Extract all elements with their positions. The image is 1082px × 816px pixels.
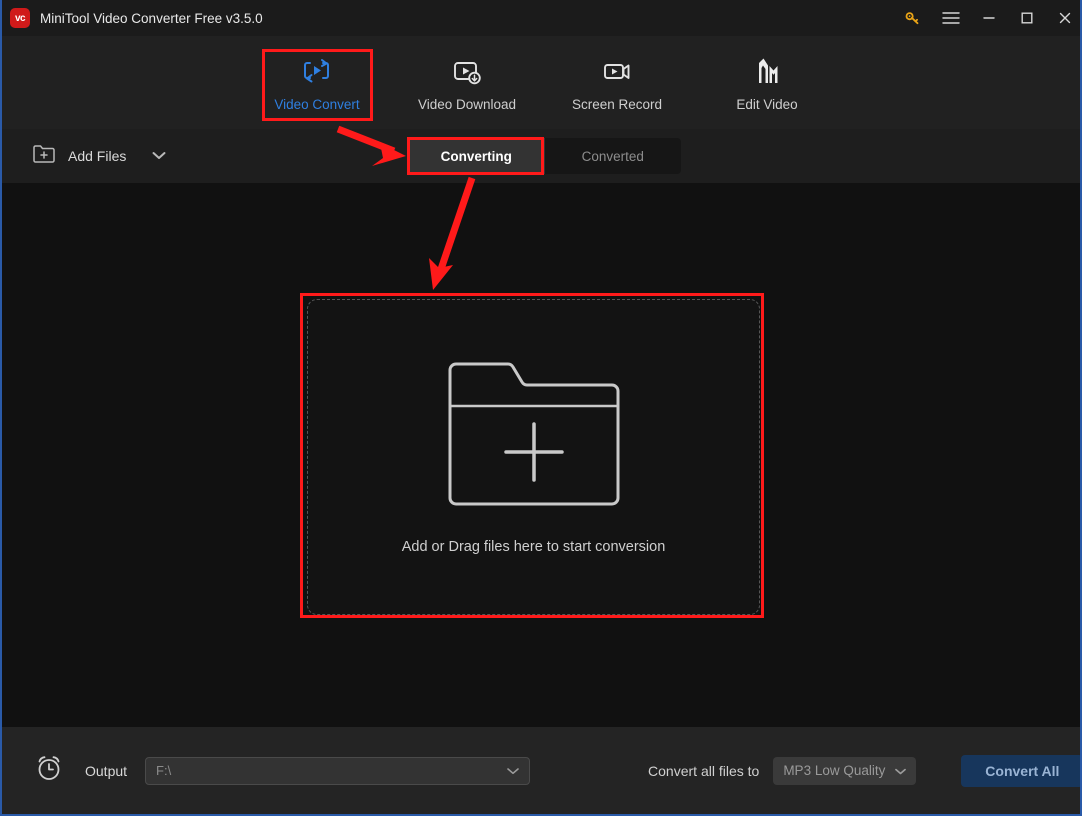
add-files-button[interactable]: Add Files: [32, 143, 166, 170]
nav-item-edit-video[interactable]: Edit Video: [692, 36, 842, 129]
key-icon[interactable]: [894, 0, 932, 36]
app-logo-icon: vc: [10, 8, 30, 28]
add-files-label: Add Files: [68, 148, 127, 164]
output-path-value: F:\: [156, 763, 172, 778]
nav-item-video-convert[interactable]: Video Convert: [242, 36, 392, 129]
bottom-bar: Output F:\ Convert all files to MP3 Low …: [2, 727, 1080, 814]
screen-record-icon: [600, 54, 634, 88]
output-path-input[interactable]: F:\: [145, 756, 531, 785]
main-navigation: Video Convert Video Download Screen Reco…: [2, 36, 1080, 129]
tab-converted[interactable]: Converted: [545, 138, 682, 174]
tab-converting[interactable]: Converting: [408, 138, 545, 174]
video-convert-icon: [300, 54, 334, 88]
nav-label-video-convert: Video Convert: [274, 96, 360, 112]
converting-converted-tabs: Converting Converted: [408, 138, 681, 174]
convert-all-files-to-label: Convert all files to: [648, 762, 760, 779]
output-format-dropdown[interactable]: MP3 Low Quality: [773, 756, 917, 785]
chevron-down-icon[interactable]: [507, 762, 519, 780]
title-bar: vc MiniTool Video Converter Free v3.5.0: [2, 0, 1080, 36]
menu-icon[interactable]: [932, 0, 970, 36]
maximize-icon[interactable]: [1008, 0, 1046, 36]
app-title: MiniTool Video Converter Free v3.5.0: [40, 10, 263, 26]
chevron-down-icon[interactable]: [895, 762, 907, 780]
nav-item-video-download[interactable]: Video Download: [392, 36, 542, 129]
nav-label-screen-record: Screen Record: [571, 96, 663, 112]
convert-all-button[interactable]: Convert All: [961, 754, 1080, 787]
edit-video-icon: [750, 54, 784, 88]
app-window: vc MiniTool Video Converter Free v3.5.0: [0, 0, 1082, 816]
main-content: Add or Drag files here to start conversi…: [2, 183, 1080, 727]
nav-label-video-download: Video Download: [417, 96, 517, 112]
alarm-clock-icon[interactable]: [34, 753, 64, 788]
chevron-down-icon[interactable]: [152, 147, 166, 165]
window-controls: [894, 0, 1080, 36]
drop-zone-label: Add or Drag files here to start conversi…: [401, 538, 666, 555]
folder-plus-large-icon: [446, 360, 622, 513]
folder-plus-icon: [32, 143, 56, 170]
nav-label-edit-video: Edit Video: [736, 96, 798, 112]
file-drop-zone[interactable]: Add or Drag files here to start conversi…: [307, 299, 760, 615]
output-label: Output: [85, 762, 128, 779]
close-icon[interactable]: [1046, 0, 1080, 36]
output-format-value: MP3 Low Quality: [783, 763, 886, 778]
minimize-icon[interactable]: [970, 0, 1008, 36]
nav-item-screen-record[interactable]: Screen Record: [542, 36, 692, 129]
video-download-icon: [450, 54, 484, 88]
